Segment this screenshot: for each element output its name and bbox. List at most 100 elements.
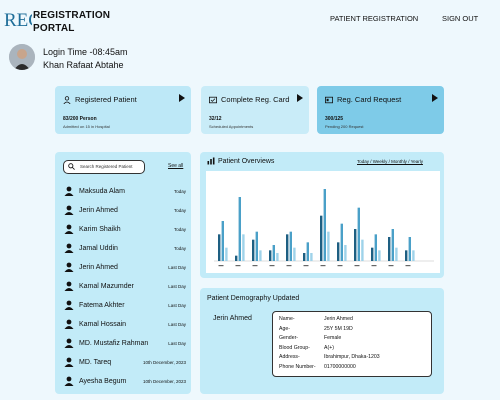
nav-patient-registration[interactable]: PATIENT REGISTRATION (330, 14, 418, 23)
patient-name: MD. Mustafiz Rahman (79, 339, 149, 347)
chart-bar (276, 253, 279, 261)
chart-bar (272, 245, 275, 261)
patient-name: Karim Shaikh (79, 225, 121, 233)
card-subtext: Pending 200 Request (325, 124, 364, 129)
list-item[interactable]: Jerin Ahmed Last Day (64, 260, 186, 274)
chart-bar (289, 231, 292, 261)
chart-bar (306, 242, 309, 261)
demography-label: Address- (279, 354, 300, 361)
chart-bar (327, 231, 330, 261)
list-item[interactable]: Ayesha Begum 10th December, 2023 (64, 374, 186, 388)
list-item[interactable]: MD. Tareq 10th December, 2023 (64, 355, 186, 369)
person-icon (64, 319, 74, 329)
person-icon (64, 243, 74, 253)
card-check-icon (209, 96, 217, 103)
patient-date: 10th December, 2023 (142, 359, 186, 365)
chart-bar (337, 242, 340, 261)
person-icon (64, 281, 74, 291)
chevron-right-icon[interactable] (179, 94, 185, 102)
patient-name: Fatema Akhter (79, 301, 125, 309)
x-tick-label (337, 265, 343, 267)
patient-date: Last Day (168, 283, 186, 289)
brand-line-1: REGISTRATION (33, 10, 111, 21)
patient-overview-chart (206, 171, 440, 273)
card-value: 32/12 (209, 116, 222, 122)
patient-date: Last Day (168, 302, 186, 308)
patient-name: Jamal Uddin (79, 244, 118, 252)
list-item[interactable]: Kamal Hossain Last Day (64, 317, 186, 331)
chart-bar (412, 250, 415, 261)
chart-bar (395, 247, 398, 261)
chart-bar (405, 250, 408, 261)
svg-text:REG: REG (4, 10, 32, 30)
avatar (9, 44, 35, 70)
chevron-right-icon[interactable] (432, 94, 438, 102)
demography-label: Blood Group- (279, 344, 310, 351)
chart-bar (323, 189, 326, 261)
person-icon (64, 205, 74, 215)
demography-patient-name: Jerin Ahmed (213, 315, 252, 322)
login-time: Login Time -08:45am (43, 47, 128, 57)
patient-date: Today (173, 245, 186, 251)
id-card-icon (325, 96, 333, 103)
chart-bar (391, 229, 394, 261)
card-registered-patient[interactable]: Registered Patient 83/200 Person Admitte… (55, 86, 191, 134)
person-icon (64, 357, 74, 367)
chevron-right-icon[interactable] (297, 94, 303, 102)
chart-bar (357, 207, 360, 261)
patient-name: Maksuda Alam (79, 187, 125, 195)
list-item[interactable]: Jerin Ahmed Today (64, 203, 186, 217)
list-item[interactable]: MD. Mustafiz Rahman Last Day (64, 336, 186, 350)
see-all-link[interactable]: See all (168, 163, 183, 169)
list-item[interactable]: Fatema Akhter Last Day (64, 298, 186, 312)
chart-bar (255, 231, 258, 261)
demography-value: A(+) (324, 344, 334, 351)
person-icon (64, 186, 74, 196)
overview-title: Patient Overviews (218, 158, 275, 165)
demography-value: Jerin Ahmed (324, 316, 353, 322)
card-subtext: Scheduled Appointments (209, 124, 254, 129)
card-subtext: Admitted on 15 in Hospital (63, 124, 110, 129)
patient-name: Kamal Mazumder (79, 282, 134, 290)
brand-title: REGISTRATION PORTAL (33, 9, 110, 35)
demography-title: Patient Demography Updated (207, 295, 300, 302)
chart-bar (374, 234, 377, 261)
x-tick-label (269, 265, 275, 267)
chart-bar (238, 197, 241, 261)
card-complete-reg[interactable]: Complete Reg. Card 32/12 Scheduled Appoi… (201, 86, 309, 134)
x-tick-label (286, 265, 292, 267)
patient-date: Last Day (168, 264, 186, 270)
chart-bar (293, 247, 296, 261)
chart-bar (225, 247, 228, 261)
list-item[interactable]: Jamal Uddin Today (64, 241, 186, 255)
nav-sign-out[interactable]: SIGN OUT (442, 14, 478, 23)
chart-bar (378, 250, 381, 261)
card-reg-request[interactable]: Reg. Card Request 300/125 Pending 200 Re… (317, 86, 444, 134)
chart-bar (361, 239, 364, 261)
chart-bar (286, 234, 289, 261)
chart-bar (320, 215, 323, 261)
patient-date: 10th December, 2023 (142, 378, 186, 384)
list-item[interactable]: Karim Shaikh Today (64, 222, 186, 236)
patient-date: Last Day (168, 340, 186, 346)
x-tick-label (235, 265, 241, 267)
card-value: 83/200 Person (63, 116, 97, 122)
person-icon (63, 95, 71, 104)
person-icon (64, 300, 74, 310)
chart-bar (310, 253, 313, 261)
card-value: 300/125 (325, 116, 344, 122)
search-input[interactable]: Search Registered Patient (63, 160, 145, 174)
list-item[interactable]: Maksuda Alam Today (64, 184, 186, 198)
demography-label: Phone Number- (279, 364, 316, 370)
logo-icon: REG (4, 10, 32, 30)
x-tick-label (354, 265, 360, 267)
chart-bar (252, 239, 255, 261)
overview-period-filter[interactable]: Today / Weekly / Monthly / Yearly (357, 159, 423, 164)
demography-value: 25Y 5M 19D (324, 325, 353, 332)
person-icon (64, 224, 74, 234)
list-item[interactable]: Kamal Mazumder Last Day (64, 279, 186, 293)
card-title: Registered Patient (75, 95, 137, 104)
patient-name: Jerin Ahmed (79, 206, 118, 214)
chart-bar (269, 250, 272, 261)
x-tick-label (320, 265, 326, 267)
